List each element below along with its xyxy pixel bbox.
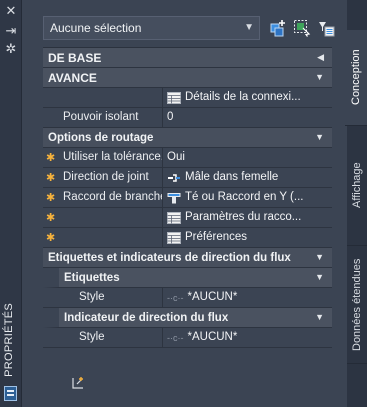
property-name: Direction de joint bbox=[59, 168, 163, 187]
tolerance-value: Oui bbox=[167, 151, 185, 163]
row-gutter: ✱ bbox=[43, 188, 59, 207]
row-gutter: ✱ bbox=[43, 228, 59, 247]
tab-conception[interactable]: Conception bbox=[345, 30, 367, 126]
property-name bbox=[59, 228, 163, 247]
palette-icon[interactable] bbox=[4, 386, 17, 401]
palette-titlebar: ✕ ⇥ ✲ PROPRIÉTÉS bbox=[0, 0, 22, 407]
tab-donnees-etendues[interactable]: Données étendues bbox=[347, 246, 367, 364]
property-name: Raccord de branche bbox=[59, 188, 163, 207]
label-style-icon: -·c·- bbox=[167, 333, 184, 343]
branche-value: Té ou Raccord en Y (... bbox=[185, 191, 304, 203]
chevron-left-icon: ◀ bbox=[317, 52, 324, 62]
chevron-down-icon: ▼ bbox=[315, 252, 324, 262]
label-style-icon: -·c·- bbox=[167, 293, 184, 303]
property-value[interactable]: Mâle dans femelle bbox=[163, 168, 332, 187]
property-row-pouvoir-isolant[interactable]: Pouvoir isolant 0 bbox=[43, 108, 332, 128]
subcategory-label: Etiquettes bbox=[64, 271, 120, 284]
selection-dropdown[interactable]: Aucune sélection ▼ bbox=[43, 16, 260, 40]
category-label: DE BASE bbox=[48, 50, 102, 65]
preferences-value: Préférences bbox=[185, 231, 248, 243]
row-gutter bbox=[43, 328, 75, 347]
property-value[interactable]: Paramètres du racco... bbox=[163, 208, 332, 227]
property-row-tolerance[interactable]: ✱ Utiliser la tolérance... Oui bbox=[43, 148, 332, 168]
row-gutter: ✱ bbox=[43, 168, 59, 187]
property-value[interactable]: -·c·- *AUCUN* bbox=[163, 288, 332, 307]
parametres-value: Paramètres du racco... bbox=[185, 211, 302, 223]
table-icon bbox=[167, 92, 181, 104]
row-gutter: ✱ bbox=[43, 208, 59, 227]
property-value[interactable]: Oui bbox=[163, 148, 332, 167]
auto-hide-icon[interactable]: ⇥ bbox=[4, 24, 18, 38]
category-options-routage[interactable]: Options de routage ▼ bbox=[43, 128, 332, 148]
property-value[interactable]: Té ou Raccord en Y (... bbox=[163, 188, 332, 207]
row-gutter bbox=[43, 288, 75, 307]
required-star-icon: ✱ bbox=[46, 212, 56, 224]
property-name bbox=[59, 208, 163, 227]
chevron-down-icon: ▼ bbox=[244, 22, 254, 33]
property-row-raccord-branche[interactable]: ✱ Raccord de branche Té ou Raccord en Y … bbox=[43, 188, 332, 208]
category-avance[interactable]: AVANCE ▼ bbox=[43, 68, 332, 88]
category-de-base[interactable]: DE BASE ◀ bbox=[43, 48, 332, 68]
property-row-details[interactable]: Détails de la connexi... bbox=[43, 88, 332, 108]
required-star-icon: ✱ bbox=[46, 152, 56, 164]
tab-strip: Conception Affichage Données étendues bbox=[345, 0, 367, 407]
palette-title: PROPRIÉTÉS bbox=[3, 303, 15, 377]
property-value[interactable]: Détails de la connexi... bbox=[163, 88, 332, 107]
required-star-icon: ✱ bbox=[46, 172, 56, 184]
property-grid: DE BASE ◀ AVANCE ▼ Détails de la connexi… bbox=[43, 47, 332, 348]
property-row-etiquettes-style[interactable]: Style -·c·- *AUCUN* bbox=[43, 288, 332, 308]
quick-select-icon bbox=[319, 22, 335, 37]
subcategory-label: Indicateur de direction du flux bbox=[64, 311, 229, 324]
property-name: Style bbox=[75, 288, 163, 307]
property-row-indicateur-style[interactable]: Style -·c·- *AUCUN* bbox=[43, 328, 332, 348]
row-gutter: ✱ bbox=[43, 148, 59, 167]
property-value[interactable]: -·c·- *AUCUN* bbox=[163, 328, 332, 347]
quick-select-button[interactable] bbox=[316, 18, 336, 38]
tab-affichage[interactable]: Affichage bbox=[347, 126, 367, 246]
etiquettes-style-value: *AUCUN* bbox=[187, 291, 238, 303]
pouvoir-value: 0 bbox=[167, 111, 174, 123]
chevron-down-icon: ▼ bbox=[315, 312, 324, 322]
properties-panel: Aucune sélection ▼ DE BASE ◀ AVANCE ▼ Dé… bbox=[22, 0, 347, 407]
property-row-direction-joint[interactable]: ✱ Direction de joint Mâle dans femelle bbox=[43, 168, 332, 188]
settings-icon[interactable]: ✲ bbox=[4, 42, 18, 56]
required-star-icon: ✱ bbox=[46, 192, 56, 204]
joint-value: Mâle dans femelle bbox=[185, 171, 279, 183]
select-objects-icon bbox=[294, 20, 311, 37]
property-name bbox=[59, 88, 163, 107]
indicateur-style-value: *AUCUN* bbox=[187, 331, 238, 343]
required-star-icon: ✱ bbox=[46, 232, 56, 244]
category-label: Etiquettes et indicateurs de direction d… bbox=[48, 251, 291, 264]
subcategory-indicateur[interactable]: Indicateur de direction du flux ▼ bbox=[43, 308, 332, 328]
close-icon[interactable]: ✕ bbox=[4, 4, 18, 18]
property-value[interactable]: Préférences bbox=[163, 228, 332, 247]
property-name: Utiliser la tolérance... bbox=[59, 148, 163, 167]
property-row-parametres[interactable]: ✱ Paramètres du racco... bbox=[43, 208, 332, 228]
select-objects-button[interactable] bbox=[292, 18, 312, 38]
row-gutter bbox=[43, 108, 59, 127]
category-etiquettes-flux[interactable]: Etiquettes et indicateurs de direction d… bbox=[43, 248, 332, 268]
category-label: AVANCE bbox=[48, 70, 97, 85]
details-value: Détails de la connexi... bbox=[185, 91, 301, 103]
selection-row: Aucune sélection ▼ bbox=[43, 16, 343, 42]
chevron-down-icon: ▼ bbox=[315, 272, 324, 282]
add-property-icon[interactable] bbox=[71, 376, 85, 390]
toggle-pickadd-icon bbox=[270, 20, 285, 37]
table-icon bbox=[167, 212, 181, 224]
toggle-pickadd-button[interactable] bbox=[268, 18, 288, 38]
subcategory-etiquettes[interactable]: Etiquettes ▼ bbox=[43, 268, 332, 288]
selection-value: Aucune sélection bbox=[50, 21, 142, 35]
chevron-down-icon: ▼ bbox=[315, 72, 324, 82]
table-icon bbox=[167, 232, 181, 244]
joint-direction-icon bbox=[168, 174, 180, 182]
row-gutter bbox=[43, 88, 59, 107]
property-value[interactable]: 0 bbox=[163, 108, 332, 127]
property-name: Style bbox=[75, 328, 163, 347]
tee-fitting-icon bbox=[167, 193, 181, 204]
property-row-preferences[interactable]: ✱ Préférences bbox=[43, 228, 332, 248]
chevron-down-icon: ▼ bbox=[315, 132, 324, 142]
property-name: Pouvoir isolant bbox=[59, 108, 163, 127]
category-label: Options de routage bbox=[48, 131, 154, 144]
